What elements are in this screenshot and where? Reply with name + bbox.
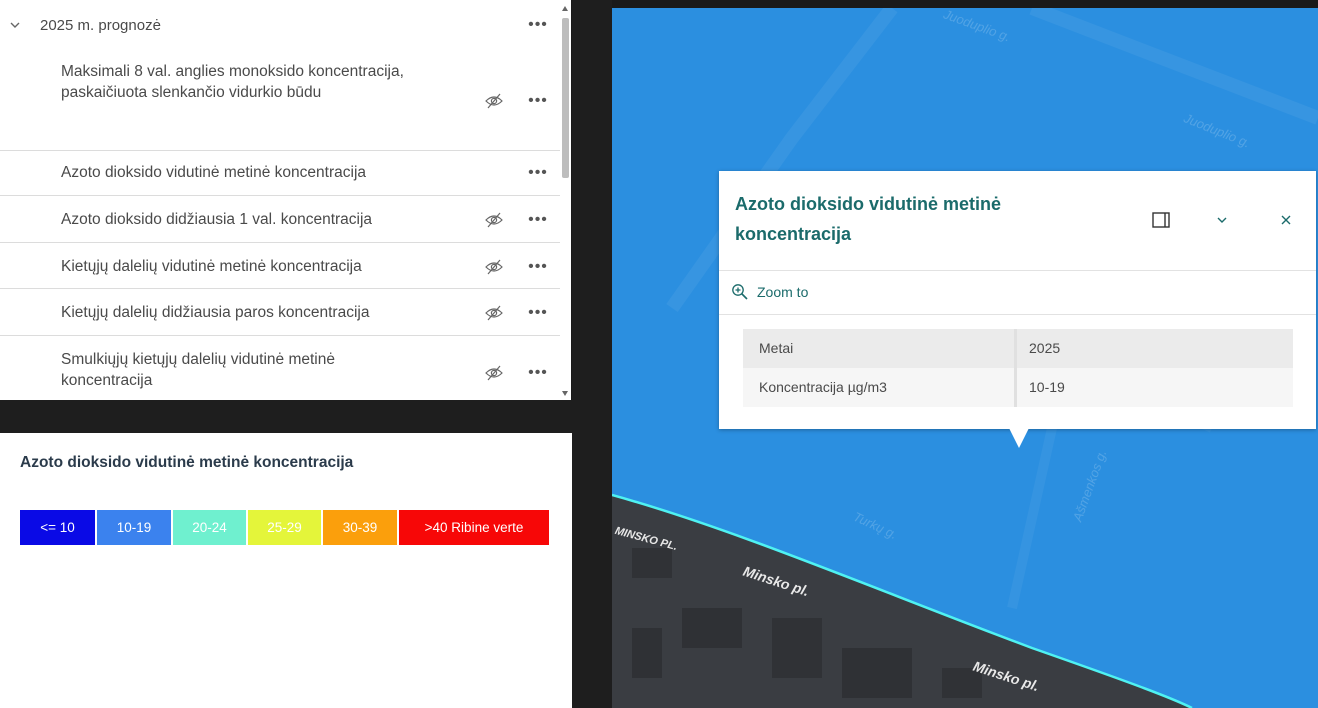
panel-separator: [0, 400, 572, 433]
popup-divider: [719, 270, 1316, 271]
zoom-to-label: Zoom to: [757, 284, 809, 300]
more-options-icon[interactable]: •••: [527, 163, 549, 183]
panel-divider: [572, 0, 612, 708]
legend-title: Azoto dioksido vidutinė metinė koncentra…: [20, 454, 354, 471]
visibility-off-icon[interactable]: [484, 364, 504, 382]
legend-swatch: >40 Ribine verte: [399, 510, 549, 545]
legend-swatch: <= 10: [20, 510, 95, 545]
scrollbar-thumb[interactable]: [562, 18, 569, 178]
layer-list-panel: 2025 m. prognozė ••• Maksimali 8 val. an…: [0, 0, 560, 400]
more-options-icon[interactable]: •••: [527, 257, 549, 277]
more-options-icon[interactable]: •••: [527, 303, 549, 323]
legend-swatch: 20-24: [173, 510, 246, 545]
visibility-off-icon[interactable]: [484, 92, 504, 110]
layer-item-label: Smulkiųjų kietųjų dalelių vidutinė metin…: [61, 351, 335, 389]
popup-title: Azoto dioksido vidutinė metinė koncentra…: [735, 194, 1002, 244]
close-icon[interactable]: [1275, 209, 1297, 231]
dock-icon[interactable]: [1150, 209, 1172, 231]
popup-divider: [719, 314, 1316, 315]
layer-group-row[interactable]: 2025 m. prognozė •••: [0, 4, 560, 46]
more-options-icon[interactable]: •••: [527, 15, 549, 35]
layer-item-label: Kietųjų dalelių vidutinė metinė koncentr…: [61, 258, 362, 275]
legend-swatch: 30-39: [323, 510, 397, 545]
zoom-in-icon: [732, 284, 748, 300]
visibility-off-icon[interactable]: [484, 258, 504, 276]
layer-item[interactable]: Azoto dioksido didžiausia 1 val. koncent…: [0, 196, 560, 243]
attribute-table: Metai 2025 Koncentracija µg/m3 10-19: [743, 329, 1293, 407]
chevron-down-icon[interactable]: [8, 18, 22, 32]
chevron-down-icon[interactable]: [1211, 209, 1233, 231]
zoom-to-button[interactable]: Zoom to: [731, 283, 808, 301]
scroll-down-icon[interactable]: [562, 391, 568, 396]
feature-popup: Azoto dioksido vidutinė metinė koncentra…: [719, 171, 1316, 429]
layer-item[interactable]: Smulkiųjų kietųjų dalelių vidutinė metin…: [0, 336, 560, 400]
attribute-value: 2025: [1029, 340, 1061, 356]
layer-item-label: Azoto dioksido didžiausia 1 val. koncent…: [61, 211, 373, 228]
visibility-off-icon[interactable]: [484, 304, 504, 322]
layer-item-label: Maksimali 8 val. anglies monoksido konce…: [61, 63, 404, 101]
more-options-icon[interactable]: •••: [527, 91, 549, 111]
layer-item[interactable]: Azoto dioksido vidutinė metinė koncentra…: [0, 151, 560, 196]
legend-swatch: 10-19: [97, 510, 171, 545]
layer-item-label: Azoto dioksido vidutinė metinė koncentra…: [61, 164, 367, 181]
attribute-value: 10-19: [1029, 379, 1065, 395]
layer-item[interactable]: Maksimali 8 val. anglies monoksido konce…: [0, 50, 560, 151]
layer-item-label: Kietųjų dalelių didžiausia paros koncent…: [61, 304, 370, 321]
table-row: Koncentracija µg/m3 10-19: [743, 368, 1293, 407]
layer-item[interactable]: Kietųjų dalelių didžiausia paros koncent…: [0, 289, 560, 336]
app-root: 2025 m. prognozė ••• Maksimali 8 val. an…: [0, 0, 1318, 708]
layer-group-title: 2025 m. prognozė: [40, 17, 161, 34]
more-options-icon[interactable]: •••: [527, 363, 549, 383]
layer-item[interactable]: Kietųjų dalelių vidutinė metinė koncentr…: [0, 243, 560, 289]
popup-pointer: [1009, 428, 1029, 448]
table-row: Metai 2025: [743, 329, 1293, 368]
visibility-off-icon[interactable]: [484, 211, 504, 229]
legend-swatch: 25-29: [248, 510, 321, 545]
attribute-key: Metai: [743, 329, 1017, 368]
legend-panel: Azoto dioksido vidutinė metinė koncentra…: [0, 433, 572, 708]
attribute-key: Koncentracija µg/m3: [743, 368, 1017, 407]
scroll-up-icon[interactable]: [562, 6, 568, 11]
more-options-icon[interactable]: •••: [527, 210, 549, 230]
